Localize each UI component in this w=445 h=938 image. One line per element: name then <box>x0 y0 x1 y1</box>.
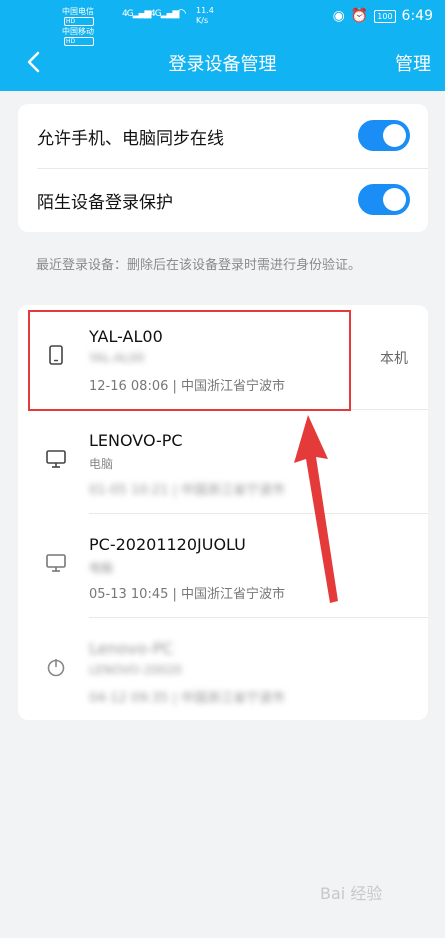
clock-time: 6:49 <box>401 8 433 24</box>
hd-badge-1: HD <box>64 17 94 26</box>
setting-label: 允许手机、电脑同步在线 <box>37 129 224 149</box>
setting-login-protection: 陌生设备登录保护 <box>18 168 428 232</box>
device-name: PC-20201120JUOLU <box>89 535 246 554</box>
device-meta: 01-05 10:21 | 中国浙江省宁波市 <box>89 483 286 498</box>
sync-online-toggle[interactable] <box>358 120 410 151</box>
device-item[interactable]: Lenovo-PC LENOVO-20020 04-12 09:35 | 中国浙… <box>18 617 428 721</box>
this-device-badge: 本机 <box>380 351 408 367</box>
network-speed: 11.4 K/s <box>196 6 214 25</box>
watermark: Bai 经验 <box>320 884 383 903</box>
carrier-1: 中国电信 <box>62 7 94 16</box>
status-bar: 中国电信 HD 中国移动 HD 4G▂▄▆ 4G▂▄▆ ◠ 11.4 K/s ◉ ⏰… <box>0 0 445 46</box>
recent-devices-hint: 最近登录设备：删除后在该设备登录时需进行身份验证。 <box>36 258 362 273</box>
monitor-icon <box>46 554 66 572</box>
wifi-icon: ◠ <box>176 6 187 20</box>
toggle-knob <box>383 188 406 211</box>
annotation-arrow-icon <box>294 415 338 603</box>
power-icon <box>47 659 65 677</box>
nav-bar: 登录设备管理 管理 <box>0 38 445 88</box>
toggle-knob <box>383 124 406 147</box>
setting-sync-online: 允许手机、电脑同步在线 <box>18 104 428 168</box>
highlight-box <box>28 310 351 411</box>
device-type: 电脑 <box>89 457 114 471</box>
device-item[interactable]: LENOVO-PC 电脑 01-05 10:21 | 中国浙江省宁波市 <box>18 409 428 513</box>
device-name: Lenovo-PC <box>89 639 174 658</box>
monitor-icon <box>46 450 66 468</box>
status-right: ◉ ⏰ 100 6:49 <box>333 8 433 24</box>
carrier-2: 中国移动 <box>62 27 94 36</box>
device-name: LENOVO-PC <box>89 431 183 450</box>
signal-2-icon: 4G▂▄▆ <box>150 9 179 19</box>
login-protection-toggle[interactable] <box>358 184 410 215</box>
setting-label: 陌生设备登录保护 <box>37 193 173 213</box>
page-title: 登录设备管理 <box>168 54 277 75</box>
settings-card: 允许手机、电脑同步在线 陌生设备登录保护 <box>18 104 428 232</box>
eye-icon: ◉ <box>332 8 345 24</box>
device-meta: 04-12 09:35 | 中国浙江省宁波市 <box>89 691 286 706</box>
manage-button[interactable]: 管理 <box>395 50 431 76</box>
device-type: 电脑 <box>89 561 114 575</box>
device-type: LENOVO-20020 <box>89 663 182 677</box>
signal-1-icon: 4G▂▄▆ <box>122 9 151 19</box>
alarm-icon: ⏰ <box>350 8 369 24</box>
device-item[interactable]: PC-20201120JUOLU 电脑 05-13 10:45 | 中国浙江省宁… <box>18 513 428 617</box>
battery-icon: 100 <box>374 9 396 23</box>
header-bar: 中国电信 HD 中国移动 HD 4G▂▄▆ 4G▂▄▆ ◠ 11.4 K/s ◉ ⏰… <box>0 0 445 91</box>
device-meta: 05-13 10:45 | 中国浙江省宁波市 <box>89 587 286 602</box>
